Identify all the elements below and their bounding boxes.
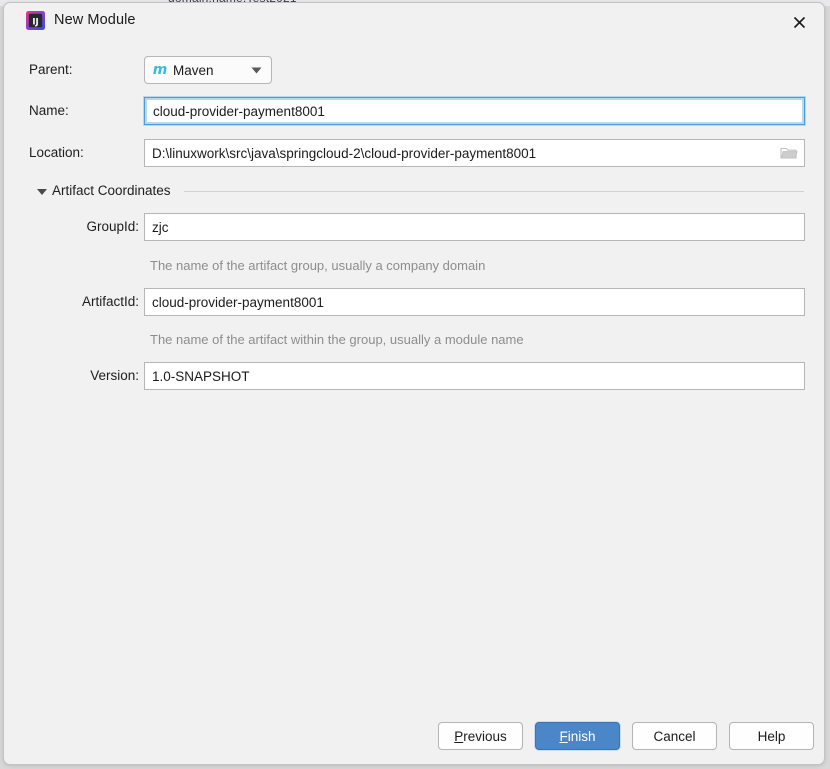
parent-row: Parent: m Maven <box>4 56 824 86</box>
previous-button-mnemonic: P <box>454 728 464 744</box>
previous-button-label: revious <box>463 728 507 744</box>
artifact-id-input[interactable]: cloud-provider-payment8001 <box>144 288 805 316</box>
artifact-id-label: ArtifactId: <box>81 294 139 309</box>
cancel-button-label: Cancel <box>653 728 696 744</box>
artifact-id-row: ArtifactId: cloud-provider-payment8001 <box>4 288 824 318</box>
version-input[interactable]: 1.0-SNAPSHOT <box>144 362 805 390</box>
chevron-down-icon <box>250 67 263 74</box>
version-row: Version: 1.0-SNAPSHOT <box>4 362 824 392</box>
group-id-input[interactable]: zjc <box>144 213 805 241</box>
maven-icon: m <box>152 62 168 78</box>
group-id-input-value: zjc <box>152 219 169 235</box>
previous-button[interactable]: Previous <box>438 722 523 750</box>
artifact-coordinates-title: Artifact Coordinates <box>52 183 177 198</box>
triangle-down-icon[interactable] <box>37 189 47 195</box>
page-title: New Module <box>54 12 136 28</box>
new-module-dialog: IJ New Module Parent: m Maven Name: clou… <box>3 2 825 765</box>
dialog-titlebar: IJ New Module <box>4 3 824 38</box>
location-label: Location: <box>29 145 84 160</box>
artifact-coordinates-section-header[interactable]: Artifact Coordinates <box>4 181 824 203</box>
group-id-row: GroupId: zjc <box>4 213 824 243</box>
finish-button[interactable]: Finish <box>535 722 620 750</box>
artifact-id-hint: The name of the artifact within the grou… <box>150 332 524 347</box>
group-id-label: GroupId: <box>86 219 139 234</box>
finish-button-label: inish <box>567 728 596 744</box>
location-input-value: D:\linuxwork\src\java\springcloud-2\clou… <box>152 145 537 161</box>
close-icon[interactable] <box>784 9 814 35</box>
version-input-value: 1.0-SNAPSHOT <box>152 368 250 384</box>
parent-label: Parent: <box>29 62 73 77</box>
name-row: Name: cloud-provider-payment8001 <box>4 97 824 127</box>
help-button[interactable]: Help <box>729 722 814 750</box>
dialog-button-bar: Previous Finish Cancel Help <box>4 722 824 752</box>
group-id-hint: The name of the artifact group, usually … <box>150 258 486 273</box>
finish-button-mnemonic: F <box>559 728 568 744</box>
artifact-id-input-value: cloud-provider-payment8001 <box>152 294 324 310</box>
help-button-label: Help <box>757 728 786 744</box>
name-input-value: cloud-provider-payment8001 <box>153 103 325 119</box>
svg-text:IJ: IJ <box>32 17 38 27</box>
version-label: Version: <box>90 368 139 383</box>
section-divider <box>184 191 804 192</box>
parent-selected-value: Maven <box>173 62 214 78</box>
name-input[interactable]: cloud-provider-payment8001 <box>144 97 805 125</box>
location-input[interactable]: D:\linuxwork\src\java\springcloud-2\clou… <box>144 139 805 167</box>
parent-dropdown[interactable]: m Maven <box>144 56 272 84</box>
name-label: Name: <box>29 103 69 118</box>
folder-icon[interactable] <box>780 145 798 161</box>
cancel-button[interactable]: Cancel <box>632 722 717 750</box>
location-row: Location: D:\linuxwork\src\java\springcl… <box>4 139 824 169</box>
intellij-idea-icon: IJ <box>26 11 45 30</box>
